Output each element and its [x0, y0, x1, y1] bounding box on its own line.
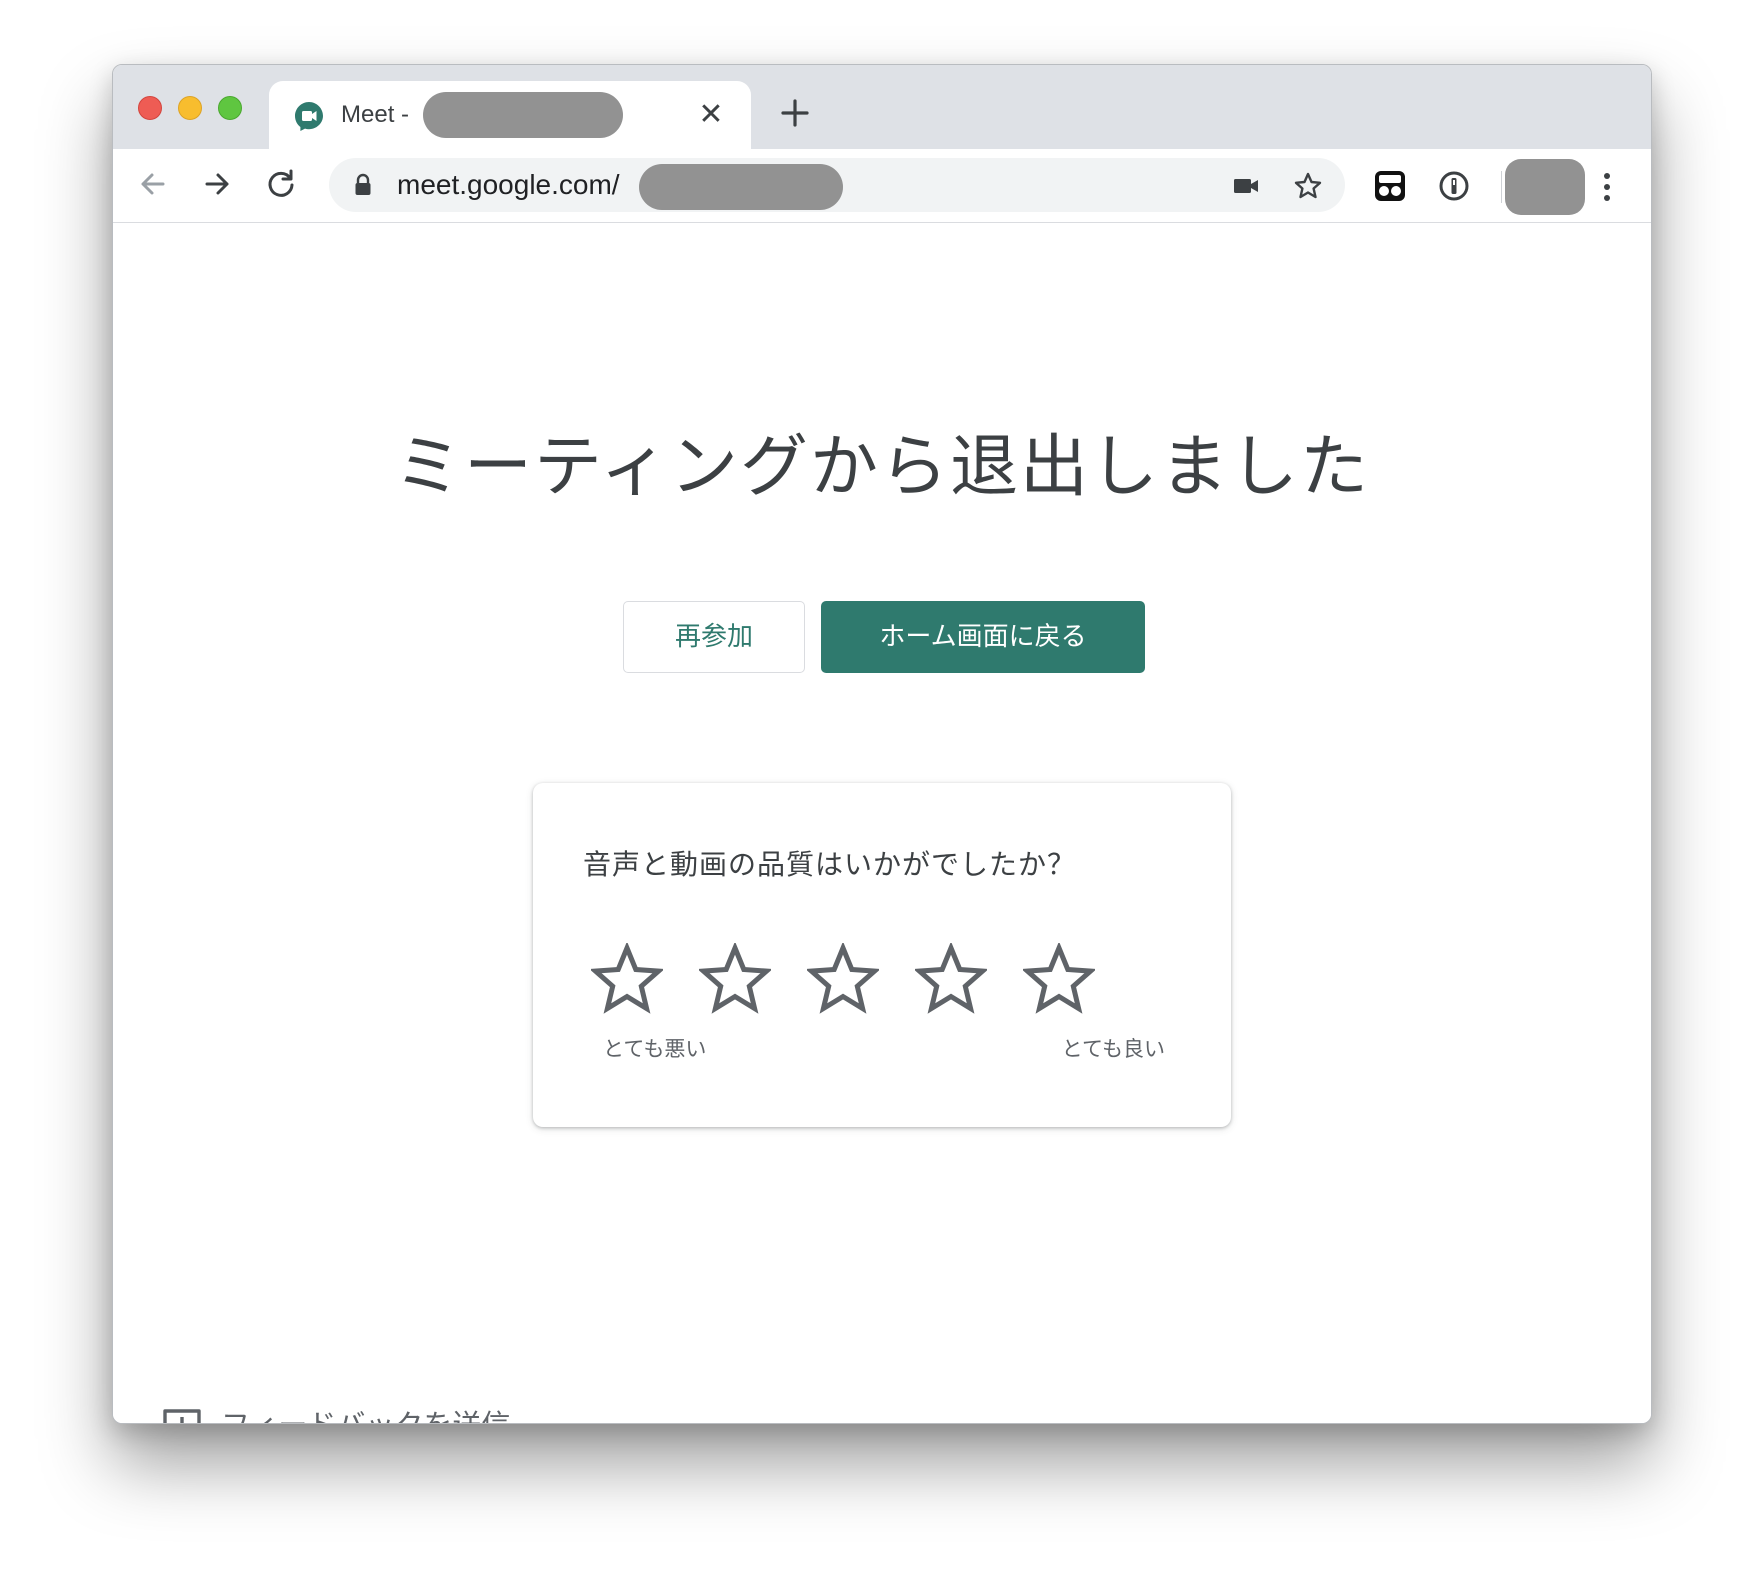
rating-question: 音声と動画の品質はいかがでしたか？ — [583, 848, 1077, 881]
browser-toolbar: meet.google.com/ — [113, 149, 1651, 223]
address-bar[interactable]: meet.google.com/ — [329, 158, 1345, 212]
reload-icon[interactable] — [261, 164, 301, 204]
arrow-left-icon[interactable] — [133, 164, 173, 204]
video-camera-icon[interactable] — [1231, 171, 1261, 201]
vertical-dots-icon[interactable] — [1597, 169, 1617, 205]
redacted-url-path — [639, 164, 843, 210]
redacted-tab-title — [423, 92, 623, 138]
plus-icon[interactable] — [777, 95, 813, 131]
star-rating-5-icon[interactable] — [1023, 943, 1095, 1015]
tab-strip: Meet - ✕ — [113, 65, 1651, 149]
toolbar-divider — [1501, 171, 1502, 203]
star-rating-2-icon[interactable] — [699, 943, 771, 1015]
star-outline-icon[interactable] — [1293, 171, 1323, 201]
profile-avatar-button[interactable] — [1505, 159, 1585, 215]
tab-meet[interactable]: Meet - ✕ — [269, 81, 751, 149]
url-text: meet.google.com/ — [397, 169, 620, 200]
browser-window: Meet - ✕ meet.google.com/ ミーティングから退出しました… — [112, 64, 1652, 1424]
rating-low-label: とても悪い — [603, 1037, 707, 1061]
star-rating-3-icon[interactable] — [807, 943, 879, 1015]
star-rating-4-icon[interactable] — [915, 943, 987, 1015]
feedback-icon — [163, 1409, 201, 1423]
tab-close-icon[interactable]: ✕ — [697, 100, 725, 130]
page-title: ミーティングから退出しました — [394, 428, 1370, 507]
rating-high-label: とても良い — [1061, 1037, 1165, 1061]
window-minimize-button[interactable] — [178, 96, 202, 120]
incognito-glasses-icon[interactable] — [1373, 169, 1407, 203]
page-content: ミーティングから退出しました 再参加 ホーム画面に戻る 音声と動画の品質はいかが… — [113, 223, 1651, 1423]
feedback-label: フィードバックを送信 — [221, 1407, 510, 1423]
lock-icon[interactable] — [351, 173, 375, 197]
star-rating-1-icon[interactable] — [591, 943, 663, 1015]
tab-title: Meet - — [341, 101, 410, 128]
rating-card: 音声と動画の品質はいかがでしたか？ とても悪い とても良い — [533, 783, 1231, 1127]
window-maximize-button[interactable] — [218, 96, 242, 120]
arrow-right-icon[interactable] — [197, 164, 237, 204]
rejoin-button[interactable]: 再参加 — [623, 601, 805, 673]
window-close-button[interactable] — [138, 96, 162, 120]
google-meet-icon — [295, 102, 323, 131]
password-manager-icon[interactable] — [1437, 169, 1471, 203]
return-home-button[interactable]: ホーム画面に戻る — [821, 601, 1145, 673]
